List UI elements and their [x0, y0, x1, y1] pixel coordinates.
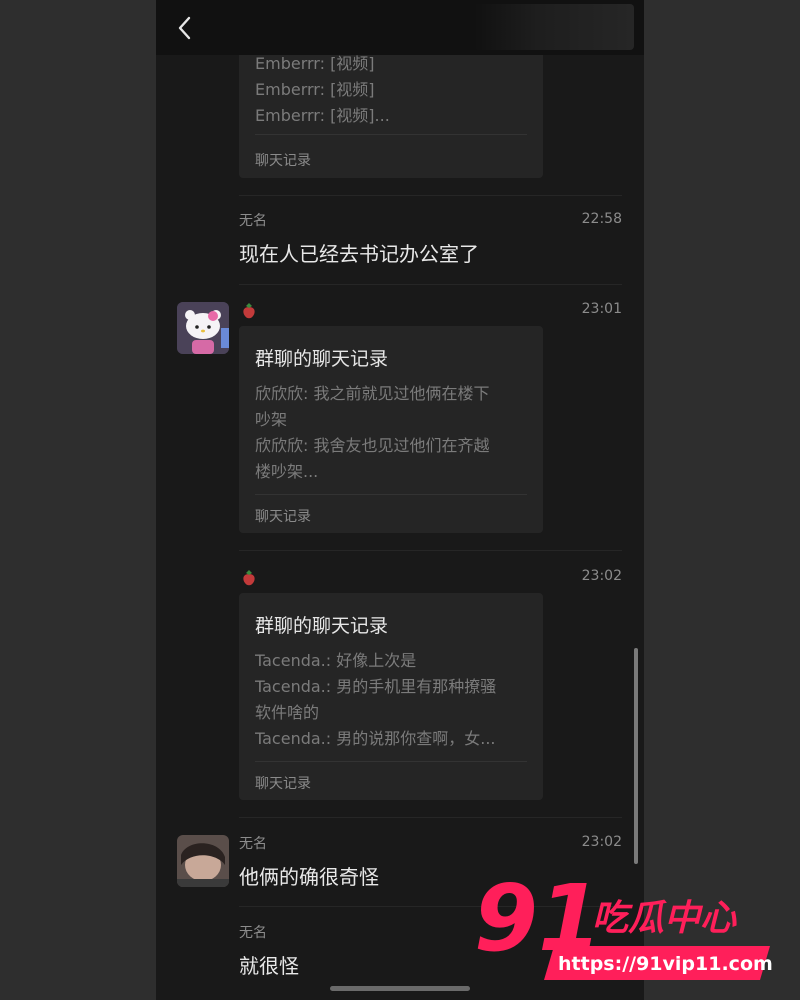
message-text: 就很怪	[239, 954, 299, 978]
strawberry-icon	[243, 570, 255, 586]
card-line: Tacenda.: 好像上次是	[255, 651, 417, 670]
message-time: 23:02	[581, 834, 622, 850]
scrollbar[interactable]	[634, 648, 638, 864]
sender-name: 无名	[239, 836, 267, 852]
card-line: Tacenda.: 男的手机里有那种撩骚	[255, 677, 497, 696]
card-divider	[255, 761, 527, 762]
card-title: 群聊的聊天记录	[255, 348, 389, 370]
card-divider	[255, 134, 527, 135]
card-line: 欣欣欣: 我之前就见过他俩在楼下	[255, 384, 490, 403]
watermark-logo: 91 吃瓜中心 https://91vip11.com	[474, 865, 773, 980]
card-line: 欣欣欣: 我舍友也见过他们在齐越	[255, 436, 490, 455]
strawberry-icon	[243, 303, 255, 319]
message-time: 23:01	[581, 301, 622, 317]
card-line: Tacenda.: 男的说那你查啊，女...	[255, 729, 496, 748]
top-bar	[156, 0, 644, 55]
message-time: 23:02	[581, 568, 622, 584]
card-title: 群聊的聊天记录	[255, 615, 389, 637]
divider	[239, 550, 622, 551]
card-line: 楼吵架...	[255, 462, 319, 481]
card-footer: 聊天记录	[255, 509, 311, 525]
chat-record-card[interactable]: 群聊的聊天记录 Tacenda.: 好像上次是 Tacenda.: 男的手机里有…	[239, 593, 543, 800]
message-item: 23:02 群聊的聊天记录 Tacenda.: 好像上次是 Tacenda.: …	[156, 567, 644, 807]
message-time: 22:58	[581, 211, 622, 227]
message-text: 他俩的确很奇怪	[239, 865, 379, 889]
card-divider	[255, 494, 527, 495]
divider	[239, 195, 622, 196]
blurred-title	[474, 4, 634, 50]
card-line: 吵架	[255, 410, 288, 429]
card-line: 软件啥的	[255, 703, 320, 722]
watermark-brand: 吃瓜中心	[592, 898, 737, 939]
message-item: 无名 22:58 现在人已经去书记办公室了	[156, 210, 644, 280]
divider	[239, 284, 622, 285]
avatar[interactable]	[177, 302, 229, 354]
sender-name: 无名	[239, 925, 267, 941]
sender-name: 无名	[239, 213, 267, 229]
avatar[interactable]	[177, 835, 229, 887]
chat-record-card[interactable]: 群聊的聊天记录 欣欣欣: 我之前就见过他俩在楼下 吵架 欣欣欣: 我舍友也见过他…	[239, 326, 543, 533]
hello-kitty-avatar-icon	[177, 302, 229, 354]
card-line: Emberrr: [视频]...	[255, 106, 390, 125]
card-footer: 聊天记录	[255, 153, 311, 169]
home-indicator[interactable]	[330, 986, 470, 991]
chevron-left-icon[interactable]	[174, 14, 196, 42]
watermark-url: https://91vip11.com	[558, 953, 773, 975]
card-footer: 聊天记录	[255, 776, 311, 792]
card-line: Emberrr: [视频]	[255, 80, 375, 99]
divider	[239, 817, 622, 818]
message-item: 23:01 群聊的聊天记录 欣欣欣: 我之前就见过他俩在楼下 吵架 欣欣欣: 我…	[156, 300, 644, 540]
person-photo-avatar-icon	[177, 835, 229, 887]
chat-screen: Emberrr: [视频] Emberrr: [视频] Emberrr: [视频…	[156, 0, 644, 1000]
message-text: 现在人已经去书记办公室了	[239, 242, 479, 266]
